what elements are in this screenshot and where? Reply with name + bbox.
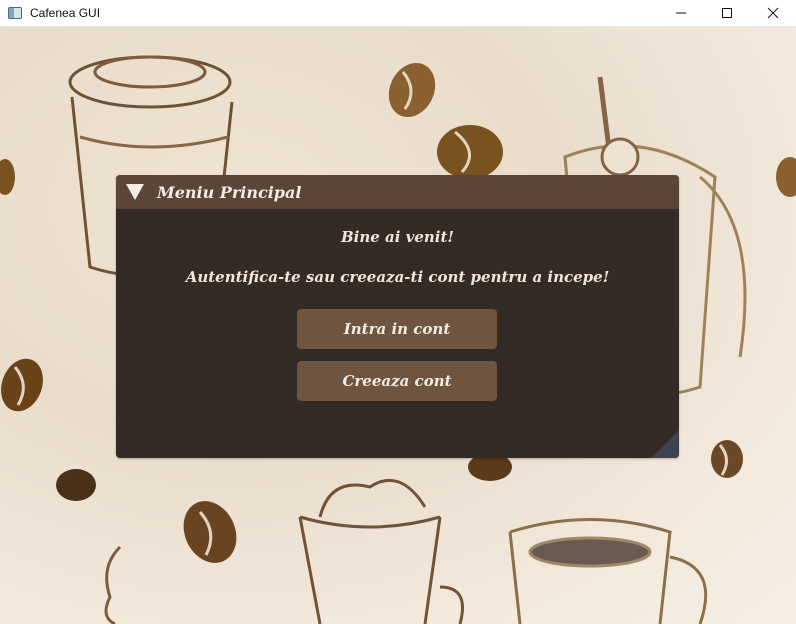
welcome-text: Bine ai venit! bbox=[340, 228, 455, 246]
close-icon[interactable] bbox=[750, 0, 796, 26]
main-menu-panel: Meniu Principal Bine ai venit! Autentifi… bbox=[116, 175, 679, 458]
login-button[interactable]: Intra in cont bbox=[297, 309, 497, 349]
window-titlebar: Cafenea GUI bbox=[0, 0, 796, 27]
window-controls bbox=[658, 0, 796, 26]
window-title: Cafenea GUI bbox=[30, 6, 101, 20]
app-icon bbox=[8, 7, 22, 19]
collapse-triangle-icon[interactable] bbox=[126, 184, 144, 200]
maximize-icon[interactable] bbox=[704, 0, 750, 26]
instruction-text: Autentifica-te sau creeaza-ti cont pentr… bbox=[185, 268, 610, 286]
minimize-icon[interactable] bbox=[658, 0, 704, 26]
resize-grip[interactable] bbox=[651, 430, 679, 458]
panel-header[interactable]: Meniu Principal bbox=[116, 175, 679, 209]
create-account-button[interactable]: Creeaza cont bbox=[297, 361, 497, 401]
panel-title: Meniu Principal bbox=[157, 182, 302, 202]
